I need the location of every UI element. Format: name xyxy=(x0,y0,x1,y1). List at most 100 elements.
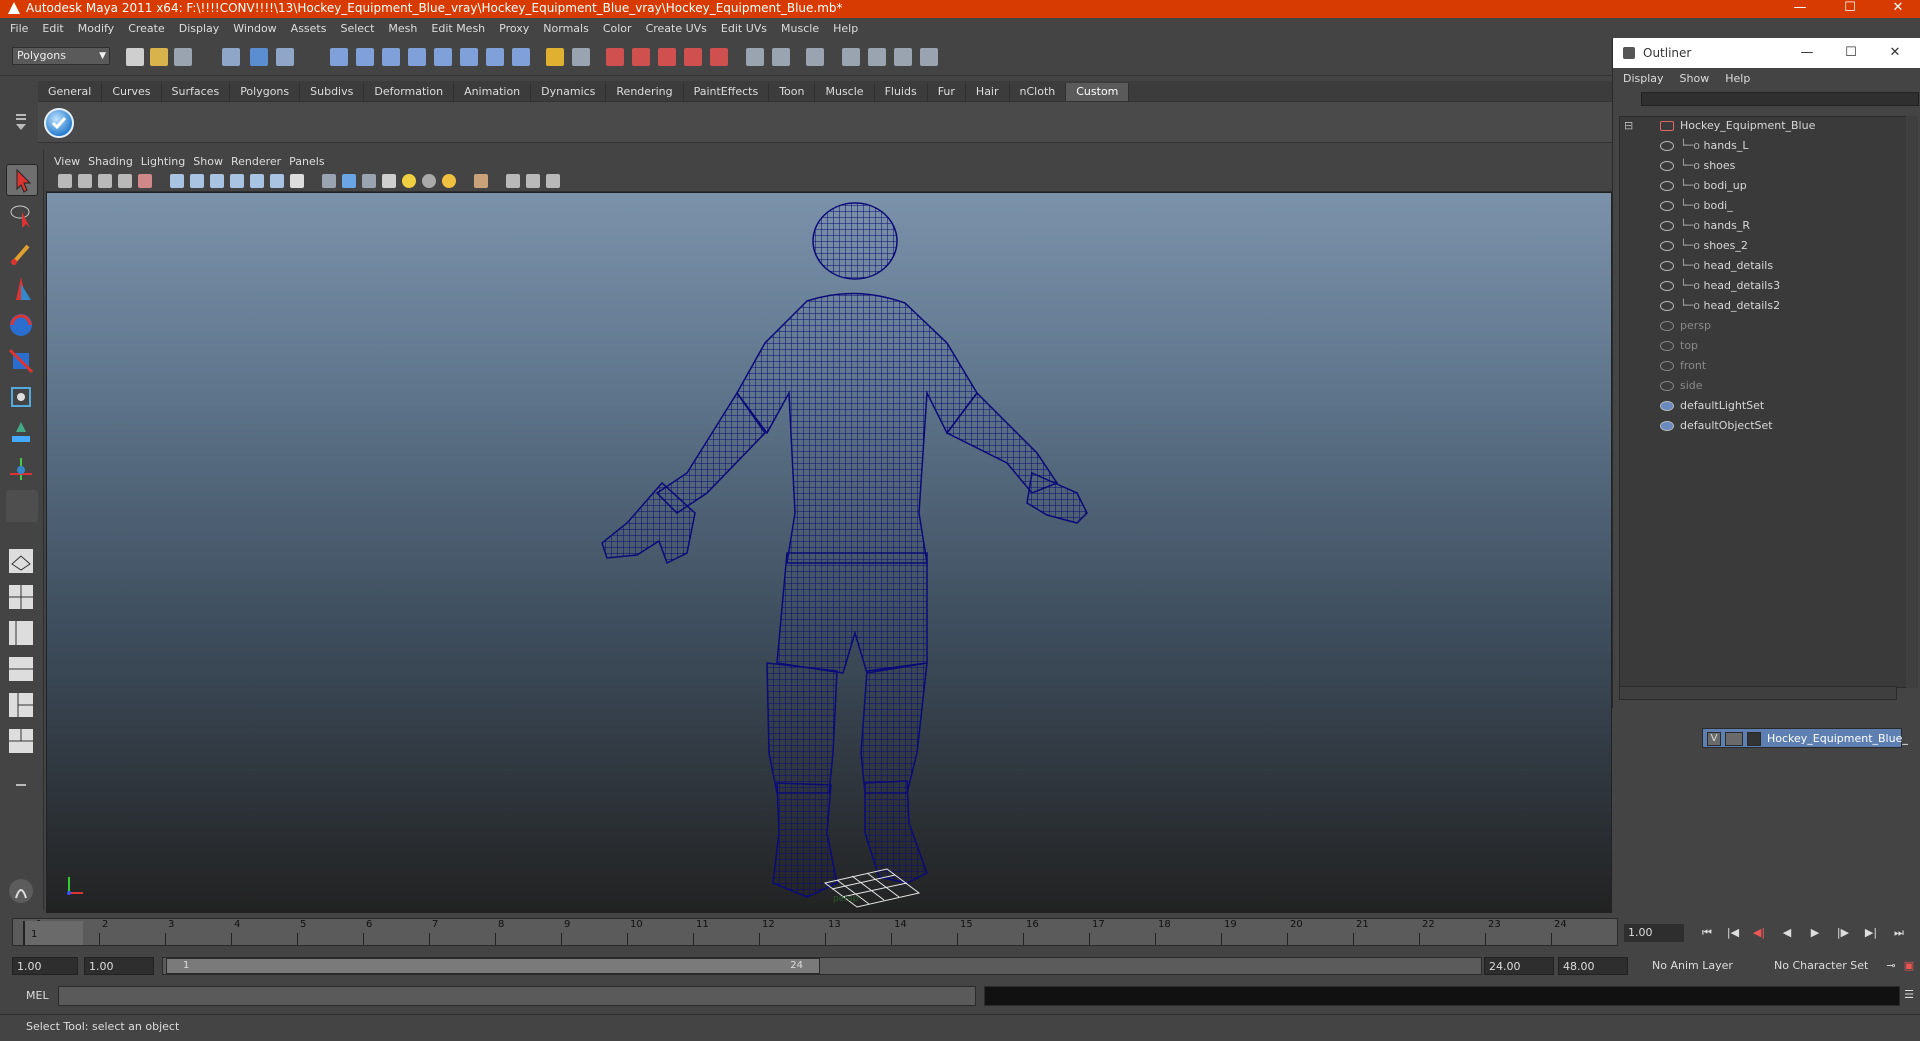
field-chart-icon[interactable] xyxy=(250,174,264,188)
outliner-item[interactable]: front xyxy=(1660,357,1706,375)
outliner-item[interactable]: └─o head_details2 xyxy=(1660,297,1780,315)
render-view-icon[interactable] xyxy=(806,48,824,66)
outliner-item[interactable]: └─o head_details xyxy=(1660,257,1773,275)
animation-preferences-icon[interactable]: ▣ xyxy=(1898,957,1920,975)
menu-assets[interactable]: Assets xyxy=(285,22,335,35)
single-perspective-layout-icon[interactable] xyxy=(6,546,38,578)
snap-to-view-plane-icon[interactable] xyxy=(684,48,702,66)
open-scene-icon[interactable] xyxy=(150,48,168,66)
resolution-gate-icon[interactable] xyxy=(210,174,224,188)
snap-to-grid-icon[interactable] xyxy=(606,48,624,66)
menu-muscle[interactable]: Muscle xyxy=(775,22,827,35)
shelf-tab-custom[interactable]: Custom xyxy=(1066,83,1130,101)
menu-create-uvs[interactable]: Create UVs xyxy=(640,22,715,35)
outliner-menu-display[interactable]: Display xyxy=(1623,72,1680,85)
layer-visibility-toggle[interactable]: V xyxy=(1707,732,1721,746)
select-by-object-icon[interactable] xyxy=(250,48,268,66)
safe-title-icon[interactable] xyxy=(290,174,304,188)
minimize-button[interactable]: — xyxy=(1780,0,1820,18)
rotate-tool-icon[interactable] xyxy=(6,310,38,342)
menu-proxy[interactable]: Proxy xyxy=(493,22,537,35)
animation-start-field[interactable]: 1.00 xyxy=(12,957,78,975)
step-back-frame-icon[interactable]: ◀| xyxy=(1748,924,1770,942)
outliner-menu-show[interactable]: Show xyxy=(1680,72,1726,85)
checkmark-script-icon[interactable] xyxy=(44,108,74,138)
scale-tool-icon[interactable] xyxy=(6,346,38,378)
outliner-maximize-button[interactable]: ☐ xyxy=(1829,38,1873,68)
animation-end-field[interactable]: 48.00 xyxy=(1558,957,1628,975)
textured-icon[interactable] xyxy=(382,174,396,188)
outliner-item[interactable]: └─o hands_L xyxy=(1660,137,1749,155)
shelf-tab-fur[interactable]: Fur xyxy=(928,83,966,101)
select-by-component-icon[interactable] xyxy=(276,48,294,66)
input-output-icon[interactable] xyxy=(746,48,764,66)
time-slider[interactable]: 123456789101112131415161718192021222324 … xyxy=(12,918,1618,946)
panel-menu-renderer[interactable]: Renderer xyxy=(231,155,289,168)
persp-graph-layout-icon[interactable] xyxy=(6,654,38,686)
paint-select-tool-icon[interactable] xyxy=(6,238,38,270)
soft-modification-icon[interactable] xyxy=(6,418,38,450)
select-handles-icon[interactable] xyxy=(330,48,348,66)
highlight-selection-icon[interactable] xyxy=(572,48,590,66)
shelf-tab-curves[interactable]: Curves xyxy=(102,83,162,101)
outliner-item[interactable]: └─o hands_R xyxy=(1660,217,1750,235)
new-scene-icon[interactable] xyxy=(126,48,144,66)
render-settings-icon[interactable] xyxy=(894,48,912,66)
outliner-minimize-button[interactable]: — xyxy=(1785,38,1829,68)
xray-icon[interactable] xyxy=(506,174,520,188)
high-quality-icon[interactable] xyxy=(442,174,456,188)
image-plane-icon[interactable] xyxy=(98,174,112,188)
shelf-tab-painteffects[interactable]: PaintEffects xyxy=(684,83,770,101)
universal-manipulator-icon[interactable] xyxy=(6,382,38,414)
outliner-item[interactable]: Hockey_Equipment_Blue xyxy=(1660,117,1815,135)
move-tool-icon[interactable] xyxy=(6,274,38,306)
shelf-tab-animation[interactable]: Animation xyxy=(454,83,532,101)
menu-select[interactable]: Select xyxy=(334,22,382,35)
shelf-tab-deformation[interactable]: Deformation xyxy=(364,83,455,101)
backface-culling-icon[interactable] xyxy=(546,174,560,188)
hypershade-persp-layout-icon[interactable] xyxy=(6,690,38,722)
play-backwards-icon[interactable]: ◀ xyxy=(1776,924,1798,942)
close-button[interactable]: ✕ xyxy=(1878,0,1918,18)
go-to-end-icon[interactable]: ⏭ xyxy=(1888,924,1910,942)
playback-start-field[interactable]: 1.00 xyxy=(84,957,154,975)
collapse-all-icon[interactable]: ⊟ xyxy=(1624,117,1633,135)
outliner-item[interactable]: side xyxy=(1660,377,1703,395)
outliner-item[interactable]: └─o bodi_ xyxy=(1660,197,1733,215)
outliner-item[interactable]: defaultObjectSet xyxy=(1660,417,1773,435)
step-forward-frame-icon[interactable]: |▶ xyxy=(1832,924,1854,942)
toolbox-settings-icon[interactable] xyxy=(6,876,38,908)
select-deformations-icon[interactable] xyxy=(434,48,452,66)
shelf-tab-rendering[interactable]: Rendering xyxy=(606,83,684,101)
shelf-tab-general[interactable]: General xyxy=(38,83,103,101)
select-curves-icon[interactable] xyxy=(382,48,400,66)
select-dynamics-icon[interactable] xyxy=(460,48,478,66)
layer-playback-toggle[interactable] xyxy=(1725,732,1743,746)
script-editor-icon[interactable]: ☰ xyxy=(1898,986,1920,1004)
play-forwards-icon[interactable]: ▶ xyxy=(1804,924,1826,942)
hypershade-icon[interactable] xyxy=(920,48,938,66)
ipr-render-icon[interactable] xyxy=(868,48,886,66)
two-d-pan-icon[interactable] xyxy=(118,174,132,188)
panel-menu-show[interactable]: Show xyxy=(193,155,231,168)
outliner-item[interactable]: defaultLightSet xyxy=(1660,397,1764,415)
render-frame-icon[interactable] xyxy=(842,48,860,66)
shelf-tab-polygons[interactable]: Polygons xyxy=(230,83,301,101)
smooth-shade-icon[interactable] xyxy=(342,174,356,188)
display-layer-row[interactable]: V Hockey_Equipment_Blue_ xyxy=(1702,728,1908,748)
menu-display[interactable]: Display xyxy=(173,22,228,35)
outliner-horizontal-scrollbar[interactable] xyxy=(1619,686,1897,700)
persp-texture-layout-icon[interactable] xyxy=(6,726,38,758)
step-back-key-icon[interactable]: |◀ xyxy=(1722,924,1744,942)
bookmarks-icon[interactable] xyxy=(78,174,92,188)
menu-modify[interactable]: Modify xyxy=(72,22,122,35)
panel-menu-lighting[interactable]: Lighting xyxy=(141,155,193,168)
outliner-item[interactable]: top xyxy=(1660,337,1698,355)
outliner-vertical-scrollbar[interactable] xyxy=(1906,116,1918,688)
menu-edit-uvs[interactable]: Edit UVs xyxy=(715,22,775,35)
range-slider-handle[interactable]: 1 24 xyxy=(166,958,820,974)
outliner-item[interactable]: └─o bodi_up xyxy=(1660,177,1747,195)
xray-joints-icon[interactable] xyxy=(526,174,540,188)
outliner-item[interactable]: └─o shoes_2 xyxy=(1660,237,1748,255)
make-live-icon[interactable] xyxy=(710,48,728,66)
